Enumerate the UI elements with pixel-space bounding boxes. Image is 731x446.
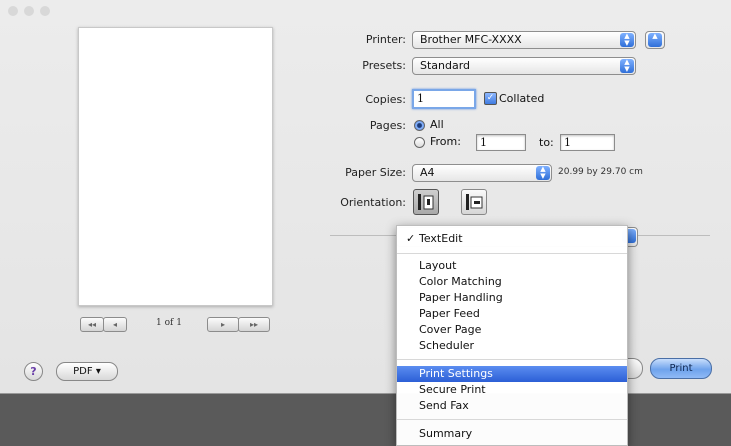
presets-value: Standard bbox=[420, 59, 471, 72]
menu-item-layout[interactable]: Layout bbox=[397, 258, 627, 274]
up-down-arrows-icon: ▲ ▼ bbox=[620, 33, 634, 47]
close-window-icon[interactable] bbox=[8, 6, 18, 16]
menu-separator bbox=[397, 359, 627, 360]
panel-dropdown-menu: ✓ TextEdit Layout Color Matching Paper H… bbox=[396, 225, 628, 446]
paper-size-popup[interactable]: A4 ▲ ▼ bbox=[412, 164, 552, 182]
portrait-orientation-icon bbox=[418, 194, 434, 210]
presets-popup[interactable]: Standard ▲ ▼ bbox=[412, 57, 636, 75]
disclosure-button[interactable]: ▲ bbox=[645, 31, 665, 49]
landscape-button[interactable] bbox=[461, 189, 487, 215]
page-preview bbox=[78, 27, 273, 306]
copies-label: Copies: bbox=[365, 93, 406, 106]
next-page-button[interactable]: ▸ bbox=[207, 317, 239, 332]
menu-item-color-matching[interactable]: Color Matching bbox=[397, 274, 627, 290]
up-down-arrows-icon: ▲ ▼ bbox=[536, 166, 550, 180]
paper-dimensions: 20.99 by 29.70 cm bbox=[558, 167, 643, 177]
next-page-icon: ▸ bbox=[220, 320, 225, 329]
pdf-button[interactable]: PDF ▾ bbox=[56, 362, 118, 381]
last-page-button[interactable]: ▸▸ bbox=[238, 317, 270, 332]
zoom-window-icon[interactable] bbox=[40, 6, 50, 16]
portrait-button[interactable] bbox=[413, 189, 439, 215]
previous-page-button[interactable]: ◂ bbox=[103, 317, 127, 332]
checkmark-icon: ✓ bbox=[406, 232, 416, 245]
collated-checkbox[interactable]: ✓ bbox=[484, 92, 497, 105]
up-down-arrows-icon: ▲ ▼ bbox=[620, 59, 634, 73]
landscape-orientation-icon bbox=[466, 194, 483, 210]
disclosure-triangle-icon: ▲ bbox=[648, 33, 662, 47]
orientation-label: Orientation: bbox=[340, 196, 406, 209]
print-button[interactable]: Print bbox=[650, 358, 712, 379]
pages-all-label: All bbox=[430, 118, 444, 131]
printer-label: Printer: bbox=[365, 33, 406, 46]
paper-size-value: A4 bbox=[420, 166, 435, 179]
presets-label: Presets: bbox=[362, 59, 406, 72]
menu-item-cover-page[interactable]: Cover Page bbox=[397, 322, 627, 338]
help-button[interactable]: ? bbox=[24, 362, 43, 381]
menu-item-paper-feed[interactable]: Paper Feed bbox=[397, 306, 627, 322]
menu-item-textedit[interactable]: ✓ TextEdit bbox=[397, 231, 627, 247]
menu-item-label: TextEdit bbox=[419, 232, 463, 245]
menu-item-send-fax[interactable]: Send Fax bbox=[397, 398, 627, 414]
menu-item-secure-print[interactable]: Secure Print bbox=[397, 382, 627, 398]
pages-from-label: From: bbox=[430, 135, 461, 148]
pages-from-field[interactable]: 1 bbox=[476, 134, 526, 151]
pages-label: Pages: bbox=[369, 119, 406, 132]
minimize-window-icon[interactable] bbox=[24, 6, 34, 16]
printer-popup[interactable]: Brother MFC-XXXX ▲ ▼ bbox=[412, 31, 636, 49]
title-bar bbox=[0, 0, 731, 20]
last-page-icon: ▸▸ bbox=[249, 320, 259, 329]
menu-separator bbox=[397, 253, 627, 254]
menu-item-scheduler[interactable]: Scheduler bbox=[397, 338, 627, 354]
menu-separator bbox=[397, 419, 627, 420]
menu-item-paper-handling[interactable]: Paper Handling bbox=[397, 290, 627, 306]
first-page-icon: ◂◂ bbox=[87, 320, 97, 329]
pages-to-label: to: bbox=[539, 136, 554, 149]
pages-from-radio[interactable] bbox=[414, 137, 425, 148]
paper-size-label: Paper Size: bbox=[345, 166, 406, 179]
menu-item-print-settings[interactable]: Print Settings bbox=[397, 366, 627, 382]
pages-all-radio[interactable] bbox=[414, 120, 425, 131]
first-page-button[interactable]: ◂◂ bbox=[80, 317, 104, 332]
menu-item-summary[interactable]: Summary bbox=[397, 426, 627, 442]
copies-field[interactable]: 1 bbox=[412, 89, 476, 109]
pages-to-field[interactable]: 1 bbox=[560, 134, 615, 151]
printer-value: Brother MFC-XXXX bbox=[420, 33, 522, 46]
collated-label: Collated bbox=[499, 92, 545, 105]
previous-page-icon: ◂ bbox=[112, 320, 117, 329]
page-count: 1 of 1 bbox=[156, 318, 182, 328]
